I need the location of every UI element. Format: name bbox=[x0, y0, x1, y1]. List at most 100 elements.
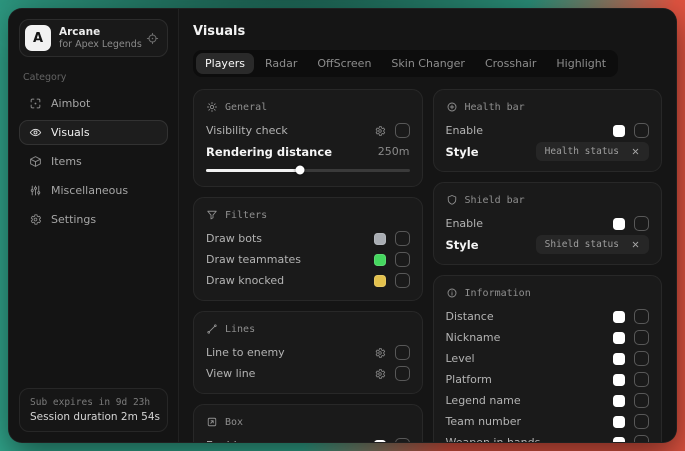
sidebar-item-label: Aimbot bbox=[51, 97, 90, 110]
sidebar-item-visuals[interactable]: Visuals bbox=[19, 120, 168, 145]
row-label: View line bbox=[206, 367, 374, 380]
color-swatch[interactable] bbox=[613, 395, 625, 407]
gear-icon bbox=[29, 213, 42, 226]
checkbox[interactable] bbox=[634, 351, 649, 366]
checkbox[interactable] bbox=[634, 393, 649, 408]
row-controls bbox=[613, 351, 649, 366]
color-swatch[interactable] bbox=[374, 275, 386, 287]
row-weapon-in-hands: Weapon in hands bbox=[446, 432, 650, 443]
gear-icon[interactable] bbox=[374, 125, 386, 137]
row-controls bbox=[613, 372, 649, 387]
row-label: Level bbox=[446, 352, 614, 365]
close-icon[interactable] bbox=[631, 147, 640, 156]
tab-highlight[interactable]: Highlight bbox=[547, 53, 615, 74]
color-swatch[interactable] bbox=[613, 125, 625, 137]
tab-offscreen[interactable]: OffScreen bbox=[308, 53, 380, 74]
panel-filters: FiltersDraw botsDraw teammatesDraw knock… bbox=[193, 197, 423, 301]
color-swatch[interactable] bbox=[613, 374, 625, 386]
row-label: Enable bbox=[446, 217, 614, 230]
row-enable: Enable bbox=[446, 120, 650, 141]
panel-header: Filters bbox=[206, 209, 410, 221]
row-style: StyleHealth status bbox=[446, 141, 650, 162]
row-team-number: Team number bbox=[446, 411, 650, 432]
gear-icon[interactable] bbox=[374, 368, 386, 380]
sub-expires-text: Sub expires in 9d 23h bbox=[30, 397, 157, 408]
sidebar-item-label: Items bbox=[51, 155, 82, 168]
slider-track[interactable] bbox=[206, 169, 410, 172]
sidebar-item-aimbot[interactable]: Aimbot bbox=[19, 91, 168, 116]
checkbox[interactable] bbox=[634, 414, 649, 429]
color-swatch[interactable] bbox=[613, 437, 625, 444]
tab-radar[interactable]: Radar bbox=[256, 53, 306, 74]
app-name: Arcane bbox=[59, 26, 138, 39]
shield-icon bbox=[446, 194, 458, 206]
slider-thumb[interactable] bbox=[295, 166, 304, 175]
row-controls bbox=[613, 123, 649, 138]
row-platform: Platform bbox=[446, 369, 650, 390]
checkbox[interactable] bbox=[395, 366, 410, 381]
checkbox[interactable] bbox=[634, 309, 649, 324]
panel-header: Box bbox=[206, 416, 410, 428]
row-controls bbox=[613, 216, 649, 231]
eye-icon bbox=[29, 126, 42, 139]
row-value: 250m bbox=[378, 145, 410, 158]
color-swatch[interactable] bbox=[374, 440, 386, 444]
package-icon bbox=[29, 155, 42, 168]
checkbox[interactable] bbox=[634, 123, 649, 138]
checkbox[interactable] bbox=[634, 216, 649, 231]
tab-players[interactable]: Players bbox=[196, 53, 254, 74]
row-label: Enable bbox=[206, 439, 374, 443]
sidebar: A Arcane for Apex Legends Category Aimbo… bbox=[9, 9, 179, 442]
row-rendering-distance: Rendering distance250m bbox=[206, 141, 410, 162]
health-icon bbox=[446, 101, 458, 113]
row-controls bbox=[374, 438, 410, 443]
checkbox[interactable] bbox=[395, 252, 410, 267]
checkbox[interactable] bbox=[634, 330, 649, 345]
color-swatch[interactable] bbox=[613, 416, 625, 428]
tab-crosshair[interactable]: Crosshair bbox=[476, 53, 545, 74]
logo-card: A Arcane for Apex Legends bbox=[19, 19, 168, 57]
app-subtitle: for Apex Legends bbox=[59, 39, 138, 50]
checkbox[interactable] bbox=[634, 435, 649, 443]
row-visibility-check: Visibility check bbox=[206, 120, 410, 141]
checkbox[interactable] bbox=[395, 438, 410, 443]
row-label: Rendering distance bbox=[206, 145, 378, 159]
checkbox[interactable] bbox=[395, 345, 410, 360]
checkbox[interactable] bbox=[395, 273, 410, 288]
rendering-distance-slider[interactable] bbox=[206, 165, 410, 175]
slider-fill bbox=[206, 169, 300, 172]
style-select[interactable]: Shield status bbox=[536, 235, 649, 254]
style-select[interactable]: Health status bbox=[536, 142, 649, 161]
checkbox[interactable] bbox=[395, 123, 410, 138]
row-label: Draw teammates bbox=[206, 253, 374, 266]
tab-skin-changer[interactable]: Skin Changer bbox=[382, 53, 474, 74]
style-select-value: Health status bbox=[545, 146, 619, 157]
box-icon bbox=[206, 416, 218, 428]
sidebar-item-items[interactable]: Items bbox=[19, 149, 168, 174]
color-swatch[interactable] bbox=[613, 332, 625, 344]
row-label: Enable bbox=[446, 124, 614, 137]
checkbox[interactable] bbox=[395, 231, 410, 246]
checkbox[interactable] bbox=[634, 372, 649, 387]
color-swatch[interactable] bbox=[613, 311, 625, 323]
row-controls bbox=[374, 252, 410, 267]
category-label: Category bbox=[23, 72, 164, 83]
close-icon[interactable] bbox=[631, 240, 640, 249]
gear-icon[interactable] bbox=[374, 347, 386, 359]
color-swatch[interactable] bbox=[374, 254, 386, 266]
row-label: Visibility check bbox=[206, 124, 374, 137]
color-swatch[interactable] bbox=[613, 353, 625, 365]
row-nickname: Nickname bbox=[446, 327, 650, 348]
subscription-card: Sub expires in 9d 23h Session duration 2… bbox=[19, 388, 168, 432]
row-legend-name: Legend name bbox=[446, 390, 650, 411]
sidebar-item-settings[interactable]: Settings bbox=[19, 207, 168, 232]
panel-title: Lines bbox=[225, 324, 255, 335]
color-swatch[interactable] bbox=[374, 233, 386, 245]
row-label: Line to enemy bbox=[206, 346, 374, 359]
target-icon[interactable] bbox=[146, 32, 159, 45]
row-draw-knocked: Draw knocked bbox=[206, 270, 410, 291]
app-logo: A bbox=[25, 25, 51, 51]
row-controls bbox=[613, 309, 649, 324]
color-swatch[interactable] bbox=[613, 218, 625, 230]
sidebar-item-miscellaneous[interactable]: Miscellaneous bbox=[19, 178, 168, 203]
